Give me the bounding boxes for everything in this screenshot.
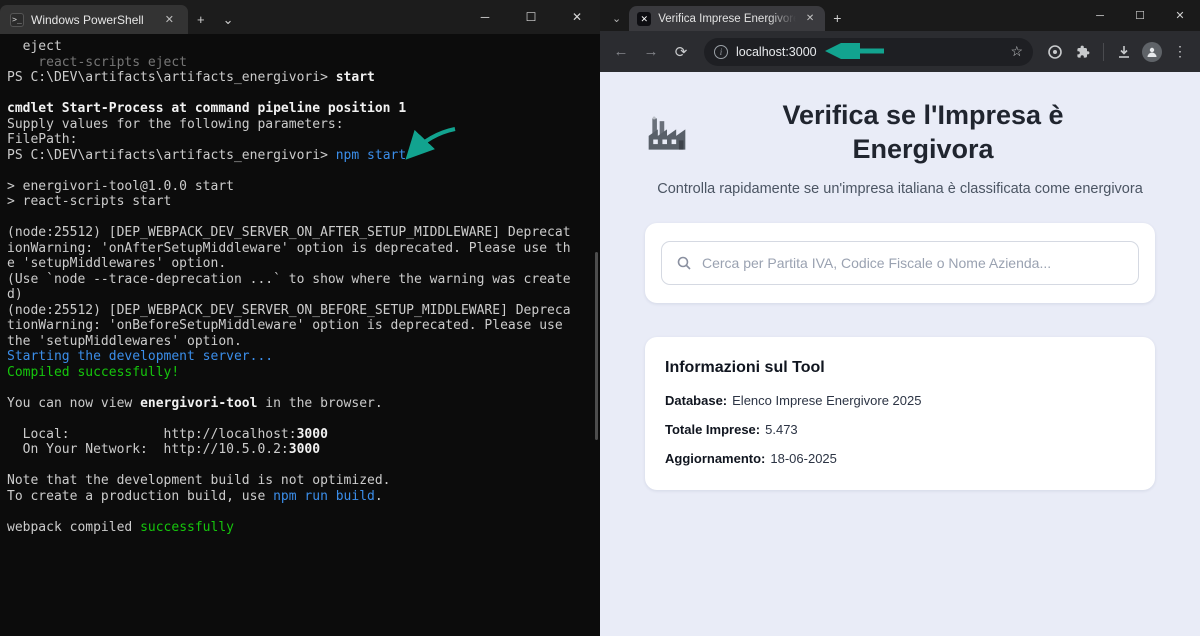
info-card: Informazioni sul Tool Database: Elenco Im… (645, 337, 1155, 491)
terminal-line: (Use `node --trace-deprecation ...` to s… (7, 271, 571, 287)
page-content: Verifica se l'Impresa è Energivora Contr… (600, 72, 1200, 636)
close-button[interactable]: ✕ (554, 0, 600, 34)
browser-extension-icon[interactable] (1043, 40, 1067, 64)
terminal-line: eject (7, 39, 62, 54)
terminal-line: e 'setupMiddlewares' option. (7, 256, 227, 271)
terminal-window-controls: ─ ☐ ✕ (462, 0, 600, 34)
terminal-line: ionWarning: 'onAfterSetupMiddleware' opt… (7, 240, 571, 256)
terminal-line: cmdlet Start-Process at command pipeline… (7, 101, 407, 116)
terminal-line: the 'setupMiddlewares' option. (7, 333, 242, 349)
terminal-line: Note that the development build is not o… (7, 473, 391, 488)
chevron-down-icon[interactable]: ⌄ (214, 5, 243, 34)
minimize-button[interactable]: ─ (462, 0, 508, 34)
terminal-line: Starting the development server... (7, 349, 274, 364)
terminal-line: To create a production build, use npm ru… (7, 488, 383, 504)
search-box[interactable] (661, 241, 1139, 286)
terminal-tab-powershell[interactable]: >_ Windows PowerShell ✕ (0, 5, 188, 34)
terminal-line: PS C:\DEV\artifacts\artifacts_energivori… (7, 147, 407, 163)
new-tab-button[interactable]: + (825, 10, 851, 31)
terminal-line: Local: http://localhost:3000 (7, 426, 328, 442)
back-icon[interactable]: ← (608, 39, 634, 65)
avatar (1142, 41, 1162, 62)
powershell-icon: >_ (10, 12, 24, 27)
browser-window: ⌄ ✕ Verifica Imprese Energivore 2025 ✕ +… (600, 0, 1200, 636)
terminal-output[interactable]: eject react-scripts eject PS C:\DEV\artif… (0, 34, 600, 535)
info-row: Aggiornamento: 18-06-2025 (665, 451, 837, 467)
browser-window-controls: ─ ☐ ✕ (1080, 0, 1200, 31)
terminal-line: react-scripts eject (7, 54, 188, 70)
address-bar[interactable]: i localhost:3000 ☆ (704, 37, 1033, 66)
terminal-line: You can now view energivori-tool in the … (7, 395, 383, 411)
close-button[interactable]: ✕ (1160, 0, 1200, 31)
new-tab-button[interactable]: + (188, 5, 214, 34)
browser-tab-title: Verifica Imprese Energivore 2025 (658, 12, 796, 25)
search-input[interactable] (702, 255, 1124, 272)
terminal-line: (node:25512) [DEP_WEBPACK_DEV_SERVER_ON_… (7, 302, 571, 318)
terminal-line: Compiled successfully! (7, 364, 180, 380)
info-card-title: Informazioni sul Tool (665, 359, 825, 377)
tab-close-icon[interactable]: ✕ (161, 11, 178, 28)
url-text[interactable]: localhost:3000 (736, 45, 1002, 59)
terminal-line: PS C:\DEV\artifacts\artifacts_energivori… (7, 70, 375, 85)
profile-icon[interactable] (1140, 40, 1164, 64)
terminal-line: Supply values for the following paramete… (7, 116, 344, 132)
terminal-scrollbar[interactable] (595, 252, 598, 440)
minimize-button[interactable]: ─ (1080, 0, 1120, 31)
search-card (645, 223, 1155, 304)
download-icon[interactable] (1112, 40, 1136, 64)
browser-toolbar: ← → ⟳ i localhost:3000 ☆ ⋮ (600, 31, 1200, 72)
menu-kebab-icon[interactable]: ⋮ (1168, 40, 1192, 64)
factory-icon (645, 114, 691, 159)
search-icon (677, 256, 691, 270)
terminal-line: FilePath: (7, 132, 78, 147)
terminal-tab-title: Windows PowerShell (31, 12, 144, 27)
forward-icon[interactable]: → (638, 39, 664, 65)
terminal-line: tionWarning: 'onBeforeSetupMiddleware' o… (7, 318, 563, 333)
terminal-line: d) (7, 287, 23, 302)
terminal-line: (node:25512) [DEP_WEBPACK_DEV_SERVER_ON_… (7, 225, 571, 240)
browser-tabstrip: ⌄ ✕ Verifica Imprese Energivore 2025 ✕ +… (600, 0, 1200, 31)
terminal-window: >_ Windows PowerShell ✕ + ⌄ ─ ☐ ✕ eject … (0, 0, 600, 636)
maximize-button[interactable]: ☐ (1120, 0, 1160, 31)
info-rows: Database: Elenco Imprese Energivore 2025 T… (665, 393, 1135, 466)
reload-icon[interactable]: ⟳ (668, 39, 694, 65)
terminal-line: > energivori-tool@1.0.0 start (7, 178, 234, 194)
toolbar-divider (1103, 42, 1104, 61)
extensions-puzzle-icon[interactable] (1071, 40, 1095, 64)
tab-close-icon[interactable]: ✕ (803, 12, 817, 25)
page-subtitle: Controlla rapidamente se un'impresa ital… (657, 181, 1143, 198)
browser-tab-active[interactable]: ✕ Verifica Imprese Energivore 2025 ✕ (629, 6, 826, 31)
bookmark-star-icon[interactable]: ☆ (1010, 43, 1023, 60)
terminal-line: > react-scripts start (7, 194, 172, 209)
page-header: Verifica se l'Impresa è Energivora (645, 98, 1155, 166)
terminal-line: On Your Network: http://10.5.0.2:3000 (7, 442, 321, 457)
maximize-button[interactable]: ☐ (508, 0, 554, 34)
terminal-titlebar: >_ Windows PowerShell ✕ + ⌄ ─ ☐ ✕ (0, 0, 600, 34)
tab-search-chevron-icon[interactable]: ⌄ (600, 12, 629, 31)
page-title: Verifica se l'Impresa è Energivora (782, 100, 1064, 165)
tab-favicon: ✕ (637, 11, 652, 26)
site-info-icon[interactable]: i (714, 44, 728, 59)
info-row: Totale Imprese: 5.473 (665, 422, 798, 438)
terminal-line: webpack compiled successfully (7, 519, 234, 535)
info-row: Database: Elenco Imprese Energivore 2025 (665, 393, 922, 409)
